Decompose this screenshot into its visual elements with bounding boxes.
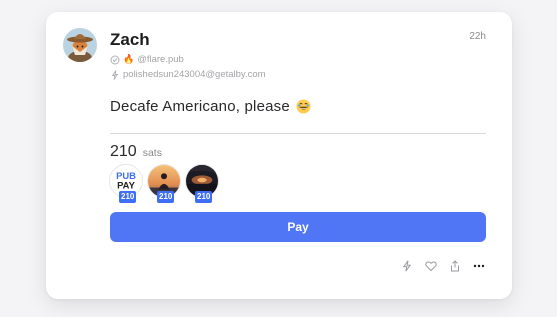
zapper-dark-sunset[interactable]: 210	[185, 164, 219, 203]
lightning-icon[interactable]	[400, 259, 414, 273]
post-content: Decafe Americano, please	[110, 98, 311, 115]
author-name[interactable]: Zach	[110, 30, 150, 50]
verified-icon	[110, 55, 120, 65]
post-text: Decafe Americano, please	[110, 98, 290, 115]
content-divider	[110, 133, 486, 134]
zapper-sunset-person[interactable]: 210	[147, 164, 181, 203]
post-actions	[390, 259, 486, 273]
heart-icon[interactable]	[424, 259, 438, 273]
lightning-address[interactable]: polishedsun243004@getalby.com	[123, 69, 266, 80]
zapper-list: PUB PAY 210 210 210	[109, 164, 223, 203]
nip05-line: 🔥 @flare.pub	[110, 54, 184, 65]
pay-button[interactable]: Pay	[110, 212, 486, 242]
zapper-amount-badge: 210	[157, 191, 175, 203]
more-icon[interactable]	[472, 259, 486, 273]
zapper-amount-badge: 210	[195, 191, 213, 203]
grinning-face-emoji-icon	[296, 99, 311, 114]
zap-unit: sats	[142, 147, 162, 159]
nip05-handle[interactable]: @flare.pub	[137, 54, 184, 65]
author-avatar[interactable]	[63, 28, 97, 62]
zapper-pubpay[interactable]: PUB PAY 210	[109, 164, 143, 203]
post-timestamp: 22h	[469, 31, 486, 42]
lightning-address-icon	[110, 69, 120, 80]
zap-total: 210 sats	[110, 143, 162, 161]
lightning-address-line: polishedsun243004@getalby.com	[110, 69, 266, 80]
zapper-amount-badge: 210	[119, 191, 137, 203]
share-icon[interactable]	[448, 259, 462, 273]
pubpay-logo-bottom: PAY	[117, 180, 136, 191]
flame-icon: 🔥	[123, 54, 135, 64]
post-card: Zach 22h 🔥 @flare.pub polishedsun243004@…	[46, 12, 512, 299]
zap-amount: 210	[110, 143, 137, 160]
